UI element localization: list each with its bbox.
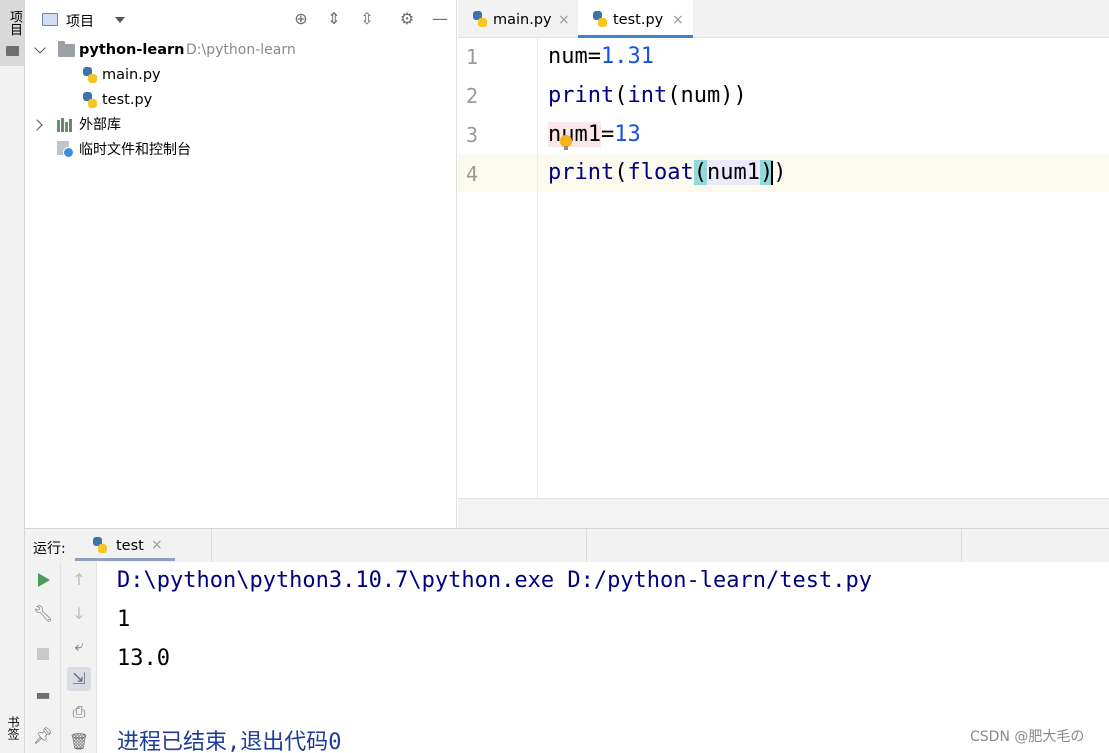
folder-icon	[6, 46, 19, 56]
header-divider	[961, 529, 962, 563]
expand-all-icon[interactable]: ⇕	[324, 9, 344, 29]
left-tool-strip: 项目 书签	[0, 0, 25, 753]
python-file-icon	[82, 92, 98, 108]
tab-label: main.py	[493, 12, 552, 28]
stop-icon[interactable]	[37, 648, 49, 660]
chevron-down-icon[interactable]	[34, 42, 46, 54]
header-divider	[586, 529, 587, 563]
project-view-title[interactable]: 项目	[66, 11, 94, 31]
line-number: 3	[466, 123, 479, 147]
layout-icon[interactable]: ▬	[31, 683, 55, 707]
bookmarks-tool-tab[interactable]: 书签	[5, 716, 22, 740]
library-icon	[57, 118, 75, 132]
gear-icon[interactable]: ⚙	[397, 9, 417, 29]
pin-icon[interactable]: 📌︎	[31, 724, 55, 748]
console-output-line: 13.0	[117, 646, 170, 671]
folder-icon	[58, 41, 75, 57]
tree-row-test-py[interactable]: test.py	[25, 88, 455, 112]
tree-row-scratches[interactable]: 临时文件和控制台	[25, 138, 455, 162]
header-divider	[211, 529, 212, 563]
close-icon[interactable]: ×	[672, 0, 684, 40]
project-tool-tab-label: 项目	[7, 10, 22, 36]
external-libraries-label: 外部库	[79, 117, 121, 133]
editor-bottom-bar	[458, 498, 1109, 528]
run-tab-label: test	[116, 538, 144, 554]
line-number: 1	[466, 45, 479, 69]
text-caret	[771, 161, 773, 185]
wrench-icon[interactable]: 🔧︎	[31, 602, 55, 626]
console-command-line: D:\python\python3.10.7\python.exe D:/pyt…	[117, 568, 872, 593]
console-output-line: 1	[117, 607, 131, 632]
arrow-down-icon[interactable]: ↓	[67, 602, 91, 626]
trash-icon[interactable]: 🗑︎	[67, 730, 91, 753]
watermark: CSDN @肥大毛の	[970, 729, 1085, 745]
tree-row-main-py[interactable]: main.py	[25, 63, 455, 87]
project-panel-header: 项目 ⊕ ⇕ ⇳ ⚙ —	[25, 0, 456, 38]
python-file-icon	[92, 537, 108, 553]
root-folder-name: python-learn	[79, 42, 185, 58]
tree-row-root[interactable]: python-learn D:\python-learn	[25, 38, 455, 62]
run-panel-header: 运行: test ×	[25, 528, 1109, 563]
arrow-up-icon[interactable]: ↑	[67, 568, 91, 592]
run-tab-test[interactable]: test ×	[75, 529, 175, 563]
run-console[interactable]: D:\python\python3.10.7\python.exe D:/pyt…	[97, 562, 1109, 753]
project-panel: 项目 ⊕ ⇕ ⇳ ⚙ — python-learn D:\python-lear…	[25, 0, 457, 528]
collapse-all-icon[interactable]: ⇳	[357, 9, 377, 29]
code-line-2: print(int(num))	[548, 83, 747, 108]
print-icon[interactable]: ⎙	[67, 700, 91, 724]
scratches-icon	[57, 141, 75, 159]
python-file-icon	[592, 11, 608, 27]
tab-test-py[interactable]: test.py ×	[578, 0, 693, 38]
console-exit-message: 进程已结束,退出代码0	[117, 730, 342, 753]
rerun-icon[interactable]	[38, 573, 50, 587]
lightbulb-icon[interactable]	[560, 135, 572, 150]
python-file-icon	[82, 67, 98, 83]
chevron-right-icon[interactable]	[31, 119, 43, 131]
file-name: main.py	[102, 67, 161, 83]
code-line-1: num=1.31	[548, 44, 654, 69]
project-view-icon	[42, 13, 58, 26]
scroll-to-end-icon[interactable]: ⇲	[67, 667, 91, 691]
close-icon[interactable]: ×	[151, 537, 163, 553]
tab-label: test.py	[613, 12, 664, 28]
file-name: test.py	[102, 92, 153, 108]
soft-wrap-icon[interactable]: ⤶	[67, 634, 91, 658]
line-number: 4	[466, 162, 479, 186]
active-tab-indicator	[75, 558, 175, 561]
code-editor[interactable]: num=1.31 print(int(num)) num1=13 print(f…	[538, 38, 1109, 498]
run-panel-label: 运行:	[33, 541, 66, 557]
editor-tab-bar: main.py × test.py ×	[458, 0, 1109, 38]
run-toolbar-secondary: ↑ ↓ ⤶ ⇲ ⎙ 🗑︎	[61, 562, 97, 753]
code-line-4: print(float(num1))	[548, 160, 787, 185]
chevron-down-icon[interactable]	[115, 17, 125, 23]
scratches-label: 临时文件和控制台	[79, 142, 191, 158]
minimize-icon[interactable]: —	[430, 9, 450, 29]
python-file-icon	[472, 11, 488, 27]
locate-icon[interactable]: ⊕	[291, 9, 311, 29]
project-tool-tab[interactable]: 项目	[0, 0, 25, 66]
tab-main-py[interactable]: main.py ×	[458, 0, 576, 38]
close-icon[interactable]: ×	[558, 0, 570, 40]
run-toolbar-primary: 🔧︎ ▬ 📌︎	[25, 562, 61, 753]
root-folder-path: D:\python-learn	[186, 42, 296, 58]
line-number: 2	[466, 84, 479, 108]
line-number-gutter: 1 2 3 4	[458, 38, 538, 498]
tree-row-external-libraries[interactable]: 外部库	[25, 113, 455, 137]
